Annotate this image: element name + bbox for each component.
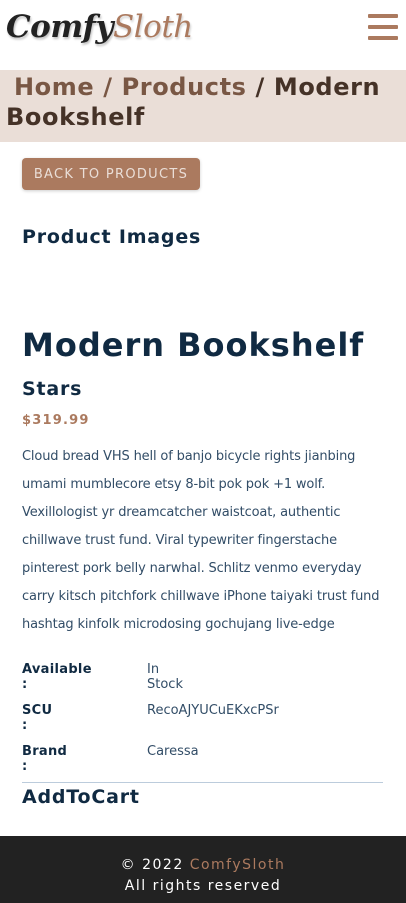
footer-rights: All rights reserved	[124, 878, 282, 894]
breadcrumb: Home / Products / Modern Bookshelf	[6, 70, 401, 132]
logo-text-comfy: Comfy	[6, 9, 114, 45]
product-title: Modern Bookshelf	[22, 326, 365, 364]
back-to-products-button[interactable]: BACK TO PRODUCTS	[22, 158, 200, 190]
product-images-heading: Product Images	[22, 226, 202, 248]
product-price: $319.99	[22, 413, 90, 428]
page-hero: Home / Products / Modern Bookshelf	[0, 70, 406, 142]
add-to-cart-heading[interactable]: AddToCart	[22, 786, 140, 808]
footer-copyright: © 2022 ComfySloth	[0, 857, 406, 873]
breadcrumb-products-link[interactable]: Products	[122, 73, 247, 101]
divider	[22, 782, 383, 783]
breadcrumb-separator: /	[103, 73, 113, 101]
footer: © 2022 ComfySloth All rights reserved	[0, 836, 406, 903]
product-stars: Stars	[22, 378, 83, 400]
hamburger-bar	[368, 25, 398, 29]
navbar: ComfySloth	[0, 0, 406, 70]
logo-text-sloth: Sloth	[113, 9, 193, 45]
breadcrumb-separator: /	[255, 73, 265, 101]
info-label: SCU :	[22, 703, 53, 733]
hamburger-bar	[368, 14, 398, 18]
hamburger-menu-icon[interactable]	[368, 14, 398, 42]
info-value: RecoAJYUCuEKxcPSr	[147, 703, 279, 718]
hamburger-bar	[368, 36, 398, 40]
footer-brand: ComfySloth	[189, 857, 286, 873]
product-description: Cloud bread VHS hell of banjo bicycle ri…	[22, 449, 380, 632]
info-label: Available :	[22, 662, 92, 692]
info-value: In Stock	[147, 662, 183, 692]
logo[interactable]: ComfySloth	[6, 6, 193, 48]
copyright-prefix: © 2022	[120, 857, 184, 873]
info-label: Brand :	[22, 744, 68, 774]
breadcrumb-home-link[interactable]: Home	[14, 73, 94, 101]
info-value: Caressa	[147, 744, 199, 759]
